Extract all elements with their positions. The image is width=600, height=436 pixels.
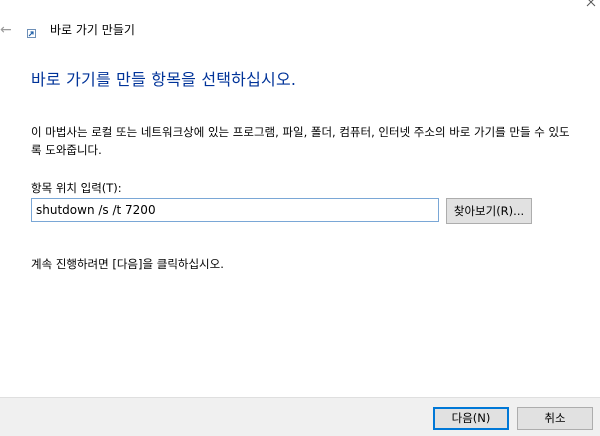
wizard-header: ← 바로 가기 만들기 bbox=[0, 0, 600, 44]
page-heading: 바로 가기를 만들 항목을 선택하십시오. bbox=[31, 70, 297, 89]
wizard-footer: 다음(N) 취소 bbox=[0, 397, 600, 436]
wizard-description: 이 마법사는 로컬 또는 네트워크상에 있는 프로그램, 파일, 폴더, 컴퓨터… bbox=[31, 125, 570, 157]
back-arrow-icon[interactable]: ← bbox=[0, 22, 14, 38]
continue-instruction: 계속 진행하려면 [다음]을 클릭하십시오. bbox=[31, 257, 224, 271]
shortcut-icon bbox=[27, 29, 36, 38]
cancel-button[interactable]: 취소 bbox=[517, 407, 593, 430]
next-button[interactable]: 다음(N) bbox=[433, 407, 509, 430]
wizard-title: 바로 가기 만들기 bbox=[50, 23, 135, 37]
location-label: 항목 위치 입력(T): bbox=[31, 181, 122, 195]
browse-button[interactable]: 찾아보기(R)... bbox=[446, 198, 532, 224]
close-icon[interactable] bbox=[586, 0, 596, 8]
create-shortcut-wizard: ← 바로 가기 만들기 바로 가기를 만들 항목을 선택하십시오. 이 마법사는… bbox=[0, 0, 600, 436]
location-input[interactable] bbox=[31, 198, 439, 222]
